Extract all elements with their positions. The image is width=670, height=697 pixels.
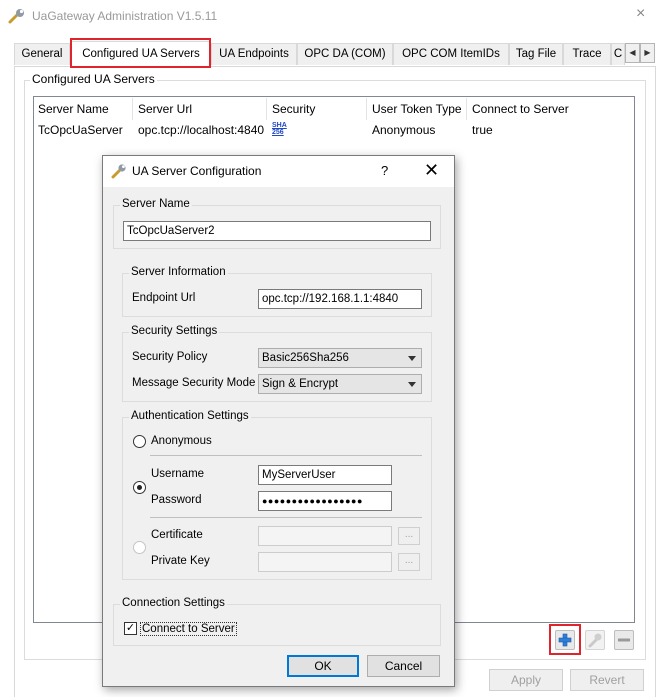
private-key-input[interactable] [258,552,392,572]
tab-scroll-right-button[interactable]: ▶ [640,43,655,63]
wrench-icon [588,633,602,648]
wrench-icon [8,9,24,24]
tab-overflow[interactable]: C [611,43,625,65]
tab-highlight-box [70,38,211,68]
cell-server-url[interactable]: opc.tcp://localhost:4840 [133,122,264,139]
security-policy-select[interactable]: Basic256Sha256 [258,348,422,368]
private-key-label: Private Key [151,555,210,567]
authentication-settings-group-title: Authentication Settings [129,410,251,422]
security-policy-label: Security Policy [132,351,208,363]
dialog-close-button[interactable]: ✕ [424,160,439,181]
connect-to-server-label[interactable]: Connect to Server [140,622,237,636]
dialog-title: UA Server Configuration [132,164,262,178]
server-name-group-title: Server Name [120,198,192,210]
cell-user-token-type[interactable]: Anonymous [367,122,435,139]
certificate-browse-button[interactable]: ... [398,527,420,545]
apply-button[interactable]: Apply [489,669,563,691]
tab-scroll-left-button[interactable]: ◀ [625,43,640,63]
server-name-input[interactable]: TcOpcUaServer2 [123,221,431,241]
ok-button[interactable]: OK [287,655,359,677]
username-label: Username [151,468,205,480]
tab-scroll-arrows: ◀ ▶ [625,43,655,63]
private-key-browse-button[interactable]: ... [398,553,420,571]
message-security-mode-value: Sign & Encrypt [262,378,339,390]
tab-tag-file[interactable]: Tag File [509,43,563,65]
username-radio[interactable] [133,481,146,494]
tab-ua-endpoints[interactable]: UA Endpoints [211,43,297,65]
endpoint-url-input[interactable]: opc.tcp://192.168.1.1:4840 [258,289,422,309]
chevron-down-icon [408,382,416,387]
wrench-icon [111,164,126,179]
connection-settings-group-title: Connection Settings [120,597,227,609]
security-policy-value: Basic256Sha256 [262,352,349,364]
add-button-highlight-box [549,624,581,655]
anonymous-radio[interactable] [133,435,146,448]
connect-to-server-checkbox[interactable]: ✓ [124,622,137,635]
revert-button[interactable]: Revert [570,669,644,691]
column-header-server-url[interactable]: Server Url [133,98,267,120]
column-header-user-token-type[interactable]: User Token Type [367,98,467,120]
password-input[interactable]: ●●●●●●●●●●●●●●●●● [258,491,392,511]
tab-opc-com-itemids[interactable]: OPC COM ItemIDs [393,43,509,65]
tab-opc-da-com[interactable]: OPC DA (COM) [297,43,393,65]
tab-general[interactable]: General [14,43,70,65]
cell-connect-to-server[interactable]: true [467,122,493,139]
window-title: UaGateway Administration V1.5.11 [32,9,218,23]
remove-server-button[interactable] [614,630,634,650]
anonymous-label: Anonymous [151,435,212,447]
divider [150,455,422,456]
column-header-connect-to-server[interactable]: Connect to Server [467,98,587,120]
username-input[interactable]: MyServerUser [258,465,392,485]
servers-group-title: Configured UA Servers [30,72,157,86]
security-sha256-icon: SHA 256 [272,122,287,136]
column-header-security[interactable]: Security [267,98,367,120]
tab-trace[interactable]: Trace [563,43,611,65]
certificate-input[interactable] [258,526,392,546]
password-label: Password [151,494,202,506]
message-security-mode-select[interactable]: Sign & Encrypt [258,374,422,394]
endpoint-url-label: Endpoint Url [132,292,196,304]
server-information-group-title: Server Information [129,266,228,278]
certificate-radio[interactable] [133,541,146,554]
cell-server-name[interactable]: TcOpcUaServer [33,122,123,139]
message-security-mode-label: Message Security Mode [132,377,256,389]
window-close-button[interactable]: × [636,5,645,23]
divider [150,517,422,518]
remove-icon [618,638,630,642]
cancel-button[interactable]: Cancel [367,655,440,677]
column-header-server-name[interactable]: Server Name [33,98,133,120]
edit-server-button[interactable] [585,630,605,650]
help-button[interactable]: ? [381,163,388,178]
certificate-label: Certificate [151,529,203,541]
chevron-down-icon [408,356,416,361]
security-settings-group-title: Security Settings [129,325,220,337]
